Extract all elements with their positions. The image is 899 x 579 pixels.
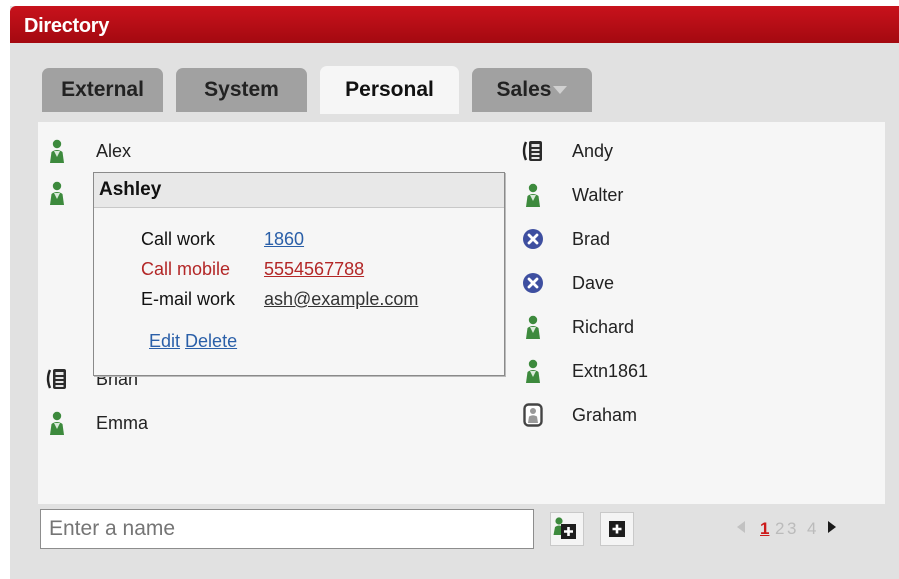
contact-name: Richard [572,316,635,337]
tab-external[interactable]: External [42,68,163,112]
delete-link[interactable]: Delete [185,331,237,351]
contact-walter[interactable]: Walter [522,181,623,209]
contact-name: Dave [572,272,615,293]
contact-name: Extn1861 [572,360,649,381]
email-work-label: E-mail work [141,289,236,309]
contact-richard[interactable]: Richard [522,313,634,341]
offline-person-icon [522,402,544,428]
person-icon [522,182,544,208]
contact-ashley[interactable] [46,179,96,207]
person-icon [522,358,544,384]
call-mobile-label: Call mobile [141,259,231,279]
person-icon [46,138,68,164]
email-work-link[interactable]: ash@example.com [264,289,418,309]
contact-dave[interactable]: Dave [522,269,614,297]
add-contact-from-user-button[interactable] [550,512,584,546]
chevron-down-icon[interactable] [553,86,568,95]
triangle-left-icon [737,521,745,533]
add-user-icon [553,517,576,539]
contact-details-popup: Ashley Call work 1860 Call mobile 55545677… [93,172,505,376]
pager-page-2[interactable]: 2 [775,519,784,539]
busy-icon [522,270,544,296]
plus-icon [609,521,625,537]
tab-system[interactable]: System [176,68,307,112]
pager-page-4[interactable]: 4 [807,519,816,539]
pager-next-button[interactable] [827,519,837,539]
contact-extn1861[interactable]: Extn1861 [522,357,648,385]
pager-page-3[interactable]: 3 [787,519,796,539]
contact-emma[interactable]: Emma [46,409,148,437]
contact-brad[interactable]: Brad [522,225,610,253]
tab-label: External [61,78,144,101]
tab-label: Sales [496,78,552,101]
call-mobile-link[interactable]: 5554567788 [264,259,364,279]
pager-prev-button[interactable] [736,519,746,539]
pager-page-1[interactable]: 1 [760,519,769,539]
popup-contact-name: Ashley [94,173,504,208]
call-mobile-row: Call mobile 5554567788 [141,259,364,280]
phone-icon [46,366,68,392]
call-work-label: Call work [141,229,216,249]
window-title: Directory [24,15,110,37]
tab-personal[interactable]: Personal [320,66,459,114]
busy-icon [522,226,544,252]
call-work-link[interactable]: 1860 [264,229,304,249]
person-icon [46,410,68,436]
tab-sales[interactable]: Sales [472,68,592,112]
contact-name: Graham [572,404,638,425]
contact-andy[interactable]: Andy [522,137,613,165]
email-work-row: E-mail work ash@example.com [141,289,418,310]
call-work-row: Call work 1860 [141,229,304,250]
contact-alex[interactable]: Alex [46,137,131,165]
triangle-right-icon [828,521,836,533]
tab-label: Personal [345,78,434,101]
tab-label: System [204,78,279,101]
person-icon [522,314,544,340]
contact-name: Emma [96,412,149,433]
contact-name: Walter [572,184,624,205]
popup-actions: Edit Delete [149,331,237,352]
directory-panel: Directory External System Personal Sales… [10,6,899,579]
contact-graham[interactable]: Graham [522,401,637,429]
contact-name: Alex [96,140,132,161]
search-input[interactable] [40,509,534,549]
add-contact-button[interactable] [600,512,634,546]
title-bar: Directory [10,6,899,43]
phone-icon [522,138,544,164]
contact-name: Brad [572,228,611,249]
person-icon [46,180,68,206]
contact-name: Andy [572,140,614,161]
edit-link[interactable]: Edit [149,331,180,351]
